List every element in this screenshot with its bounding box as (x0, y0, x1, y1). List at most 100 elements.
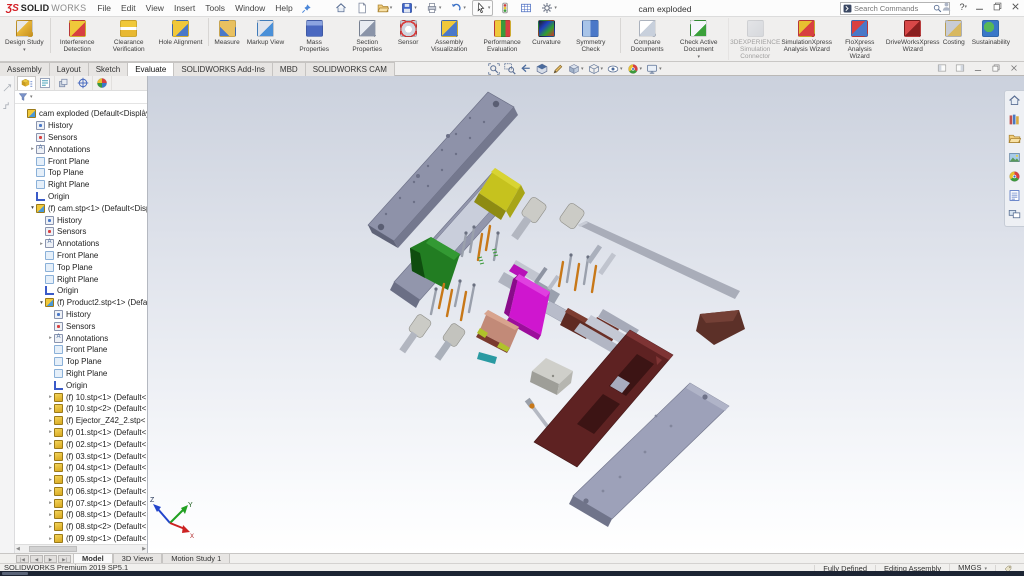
last-tab-button[interactable]: ▶| (58, 555, 71, 563)
expand-arrow-icon[interactable] (47, 418, 54, 424)
expand-arrow-icon[interactable] (38, 300, 45, 306)
expand-arrow-icon[interactable] (38, 241, 45, 247)
pane-split-right-button[interactable] (955, 63, 965, 75)
tree-item[interactable]: Right Plane (15, 273, 147, 285)
tree-item[interactable]: History (15, 309, 147, 321)
first-tab-button[interactable]: |◀ (16, 555, 29, 563)
expand-arrow-icon[interactable] (47, 335, 54, 341)
next-tab-button[interactable]: ▶ (44, 555, 57, 563)
ribbon-button[interactable]: Interference Detection ▾ (50, 18, 102, 53)
tree-item[interactable]: (f) 01.stp<1> (Default< (15, 427, 147, 439)
tree-item[interactable]: (f) cam.stp<1> (Default<Displa (15, 202, 147, 214)
tree-item[interactable]: (f) 05.stp<1> (Default< (15, 474, 147, 486)
scroll-up-arrow[interactable]: ▲ (141, 108, 146, 114)
ribbon-button[interactable]: Sustainability ▾ (969, 18, 1013, 46)
menu-item[interactable]: Insert (169, 0, 200, 16)
hide-show-items-button[interactable]: ▾ (607, 63, 623, 75)
pane-split-left-button[interactable] (937, 63, 947, 75)
ribbon-button[interactable]: Measure ▾ (208, 18, 242, 46)
section-view-button[interactable]: ▾ (536, 63, 548, 75)
solidworks-resources-tab[interactable] (1008, 94, 1021, 109)
tree-item[interactable]: Front Plane (15, 250, 147, 262)
tree-item[interactable]: Origin (15, 285, 147, 297)
graphics-viewport[interactable]: Z Y X (148, 76, 1024, 553)
ribbon-button[interactable]: Check Active Document ▾ (673, 18, 725, 60)
menu-item[interactable]: Help (270, 0, 297, 16)
tree-item[interactable]: (f) 10.stp<1> (Default< (15, 391, 147, 403)
select-button[interactable]: ▾ (472, 0, 494, 16)
propertymanager-tab[interactable] (36, 76, 55, 90)
zoom-to-area-button[interactable]: ▾ (504, 63, 516, 75)
view-orientation-button[interactable]: ▾ (568, 63, 584, 75)
study-tab[interactable]: Model (73, 554, 113, 564)
tree-item[interactable]: History (15, 214, 147, 226)
open-button[interactable]: ▾ (374, 0, 396, 16)
view-settings-button[interactable]: ▾ (646, 63, 662, 75)
expand-arrow-icon[interactable] (47, 488, 54, 494)
commandmanager-tab[interactable]: Sketch (89, 62, 128, 76)
expand-arrow-icon[interactable] (47, 441, 54, 447)
minimize-button[interactable] (974, 1, 985, 12)
search-input[interactable] (854, 4, 931, 13)
custom-properties-tab[interactable] (1008, 189, 1021, 204)
tree-item[interactable]: Top Plane (15, 167, 147, 179)
print-button[interactable]: ▾ (423, 0, 445, 16)
file-explorer-tab[interactable] (1008, 132, 1021, 147)
design-library-tab[interactable] (1008, 113, 1021, 128)
file-properties-button[interactable]: ▾ (517, 0, 535, 16)
edit-appearance-button[interactable]: ▾ (627, 63, 643, 75)
doc-minimize-button[interactable] (973, 63, 983, 75)
commandmanager-tab[interactable]: Assembly (0, 62, 50, 76)
view-palette-tab[interactable] (1008, 151, 1021, 166)
section-shortcut-icon[interactable] (2, 101, 12, 111)
commandmanager-tab[interactable]: SOLIDWORKS CAM (306, 62, 395, 76)
menu-item[interactable]: View (141, 0, 169, 16)
tree-item[interactable]: (f) 08.stp<2> (Default< (15, 521, 147, 533)
tree-item[interactable]: Origin (15, 191, 147, 203)
help-button[interactable]: ?▾ (959, 2, 967, 12)
expand-arrow-icon[interactable] (47, 394, 54, 400)
ribbon-button[interactable]: Curvature ▾ (529, 18, 564, 46)
tree-horizontal-scrollbar[interactable]: ◀ ▶ (15, 544, 147, 553)
tree-item[interactable]: Sensors (15, 320, 147, 332)
filter-funnel-icon[interactable] (18, 92, 28, 102)
configurationm-tab[interactable] (55, 76, 74, 90)
expand-arrow-icon[interactable] (47, 536, 54, 542)
ribbon-button[interactable]: Compare Documents ▾ (620, 18, 672, 53)
tree-item[interactable]: Sensors (15, 132, 147, 144)
prev-tab-button[interactable]: ◀ (30, 555, 43, 563)
exploded-model-view[interactable]: Z Y X (148, 76, 1024, 553)
tree-item[interactable]: cam exploded (Default<Display St (15, 108, 147, 120)
close-button[interactable] (1010, 1, 1021, 12)
ribbon-button[interactable]: Section Properties ▾ (341, 18, 393, 53)
expand-arrow-icon[interactable] (47, 524, 54, 530)
tree-item[interactable]: Sensors (15, 226, 147, 238)
tree-item[interactable]: Origin (15, 379, 147, 391)
tree-item[interactable]: (f) 10.stp<2> (Default< (15, 403, 147, 415)
ribbon-button[interactable]: Performance Evaluation ▾ (476, 18, 528, 53)
ribbon-button[interactable]: Hole Alignment ▾ (156, 18, 206, 46)
ribbon-button[interactable]: FloXpress Analysis Wizard ▾ (834, 18, 886, 60)
doc-restore-button[interactable] (991, 63, 1001, 75)
tree-item[interactable]: Front Plane (15, 155, 147, 167)
tree-item[interactable]: (f) 07.stp<1> (Default< (15, 497, 147, 509)
ribbon-button[interactable]: Sensor ▾ (394, 18, 422, 46)
ribbon-button[interactable]: Markup View ▾ (244, 18, 287, 46)
tree-item[interactable]: Front Plane (15, 344, 147, 356)
tree-item[interactable]: Top Plane (15, 261, 147, 273)
expand-arrow-icon[interactable] (47, 512, 54, 518)
tree-item[interactable]: Right Plane (15, 368, 147, 380)
ribbon-button[interactable]: Symmetry Check ▾ (565, 18, 617, 53)
menu-item[interactable]: Tools (200, 0, 230, 16)
commandmanager-tab[interactable]: MBD (273, 62, 306, 76)
scroll-left-arrow[interactable]: ◀ (16, 546, 20, 552)
commandmanager-tab[interactable]: SOLIDWORKS Add-Ins (174, 62, 273, 76)
dimxpertmanager-tab[interactable] (74, 76, 93, 90)
displaymanager-tab[interactable] (93, 76, 112, 90)
undo-button[interactable]: ▾ (447, 0, 469, 16)
expand-arrow-icon[interactable] (47, 429, 54, 435)
scrollbar-thumb[interactable] (29, 546, 77, 552)
tree-item[interactable]: (f) 08.stp<1> (Default< (15, 509, 147, 521)
expand-arrow-icon[interactable] (47, 477, 54, 483)
expand-arrow-icon[interactable] (29, 146, 36, 152)
